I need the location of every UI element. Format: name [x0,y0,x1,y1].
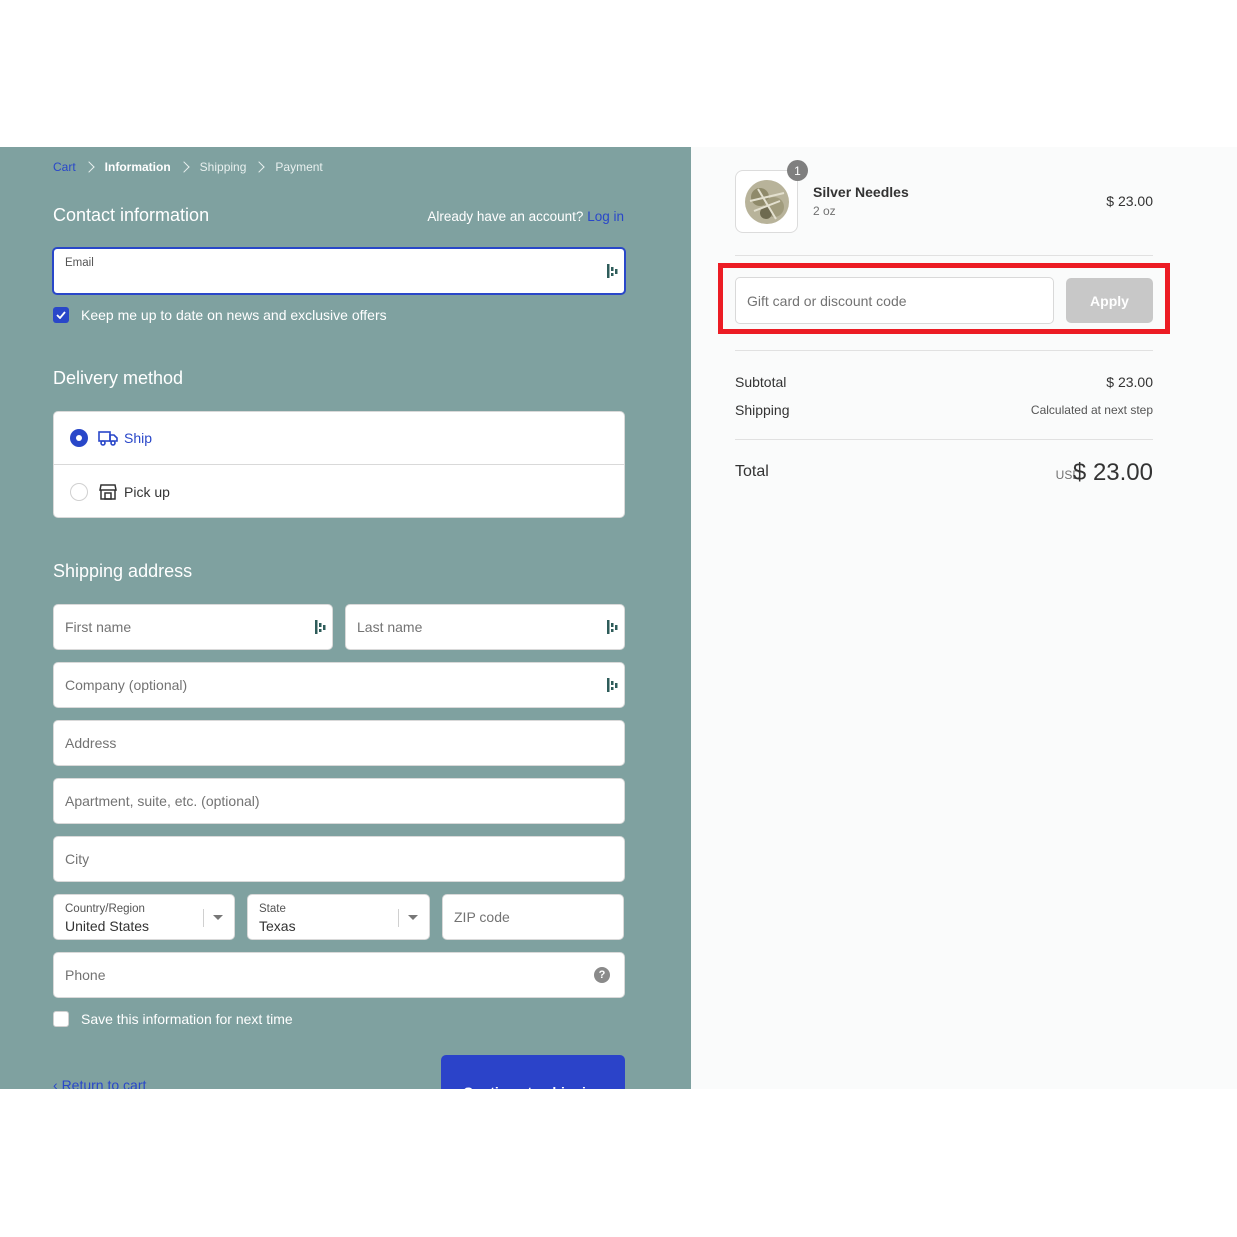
help-icon[interactable]: ? [594,967,610,983]
phone-input[interactable] [54,953,624,997]
email-field[interactable]: Email [52,247,626,295]
delivery-option-pickup[interactable]: Pick up [54,465,624,518]
company-field[interactable] [53,662,625,708]
breadcrumb-shipping: Shipping [199,160,247,174]
last-name-field[interactable] [345,604,625,650]
pickup-label: Pick up [124,483,170,500]
chevron-right-icon [178,161,190,173]
ship-label: Ship [124,430,153,446]
delivery-option-ship[interactable]: Ship [54,412,624,465]
delivery-options: Ship Pick up [53,411,625,518]
zip-input[interactable] [443,895,623,939]
state-select[interactable]: State Texas [247,894,430,940]
continue-to-shipping-button[interactable]: Continue to shipping [441,1055,625,1089]
email-label: Email [65,257,94,269]
subtotal-value: $ 23.00 [1106,374,1153,390]
save-info-row[interactable]: Save this information for next time [53,1011,293,1027]
shipping-label: Shipping [735,402,790,418]
apartment-field[interactable] [53,778,625,824]
city-input[interactable] [54,837,624,881]
divider [735,439,1153,440]
autofill-icon[interactable] [313,619,327,635]
company-input[interactable] [54,663,624,707]
chevron-left-icon: ‹ [53,1077,62,1089]
apartment-input[interactable] [54,779,624,823]
chevron-down-icon [213,915,223,920]
country-value: United States [65,918,150,934]
address-input[interactable] [54,721,624,765]
total-value: $ 23.00 [1072,459,1153,486]
email-input[interactable] [54,249,624,293]
autofill-icon[interactable] [605,619,619,635]
divider [735,350,1153,351]
return-to-cart-link[interactable]: ‹ Return to cart [53,1077,146,1089]
phone-field[interactable]: ? [53,952,625,998]
save-info-checkbox[interactable] [53,1011,69,1027]
pickup-radio[interactable] [70,482,88,501]
shipping-title: Shipping address [53,561,193,581]
highlight-box [718,263,1170,334]
breadcrumb-payment: Payment [275,160,323,174]
address-field[interactable] [53,720,625,766]
shipping-value: Calculated at next step [1030,403,1153,417]
newsletter-checkbox[interactable] [53,307,69,323]
already-account: Already have an account? Log in [427,209,624,224]
tea-leaves-image [745,180,789,224]
ship-radio[interactable] [70,429,88,447]
delivery-title: Delivery method [53,368,184,388]
select-divider [203,909,204,927]
chevron-down-icon [408,915,418,920]
autofill-icon[interactable] [605,677,619,693]
city-field[interactable] [53,836,625,882]
newsletter-label: Keep me up to date on news and exclusive… [81,307,387,323]
quantity-badge: 1 [787,160,808,181]
product-name: Silver Needles [813,184,909,200]
truck-icon [98,431,118,446]
chevron-right-icon [253,161,266,173]
login-link[interactable]: Log in [587,209,624,224]
country-select[interactable]: Country/Region United States [53,894,235,940]
first-name-input[interactable] [54,605,332,649]
newsletter-row[interactable]: Keep me up to date on news and exclusive… [53,307,387,323]
checkout-form-panel: Cart Information Shipping Payment Contac… [0,147,691,1089]
divider [735,255,1153,256]
product-variant: 2 oz [813,204,836,218]
breadcrumb-information: Information [104,160,171,174]
total-label: Total [735,463,769,480]
state-label: State [259,903,286,915]
product-thumbnail [735,170,798,233]
state-value: Texas [259,918,296,934]
select-divider [398,909,399,927]
breadcrumb-cart[interactable]: Cart [53,160,76,174]
already-account-text: Already have an account? [427,209,584,224]
breadcrumb: Cart Information Shipping Payment [53,160,323,174]
last-name-input[interactable] [346,605,624,649]
zip-field[interactable] [442,894,624,940]
chevron-right-icon [83,161,95,173]
return-to-cart-label: Return to cart [61,1077,147,1089]
product-price: $ 23.00 [1106,193,1153,209]
first-name-field[interactable] [53,604,333,650]
subtotal-label: Subtotal [735,374,787,390]
autofill-icon[interactable] [605,263,619,279]
country-label: Country/Region [65,903,145,915]
store-icon [99,483,117,500]
contact-title: Contact information [53,205,210,225]
checkmark-icon [56,311,66,319]
save-info-label: Save this information for next time [81,1011,293,1027]
